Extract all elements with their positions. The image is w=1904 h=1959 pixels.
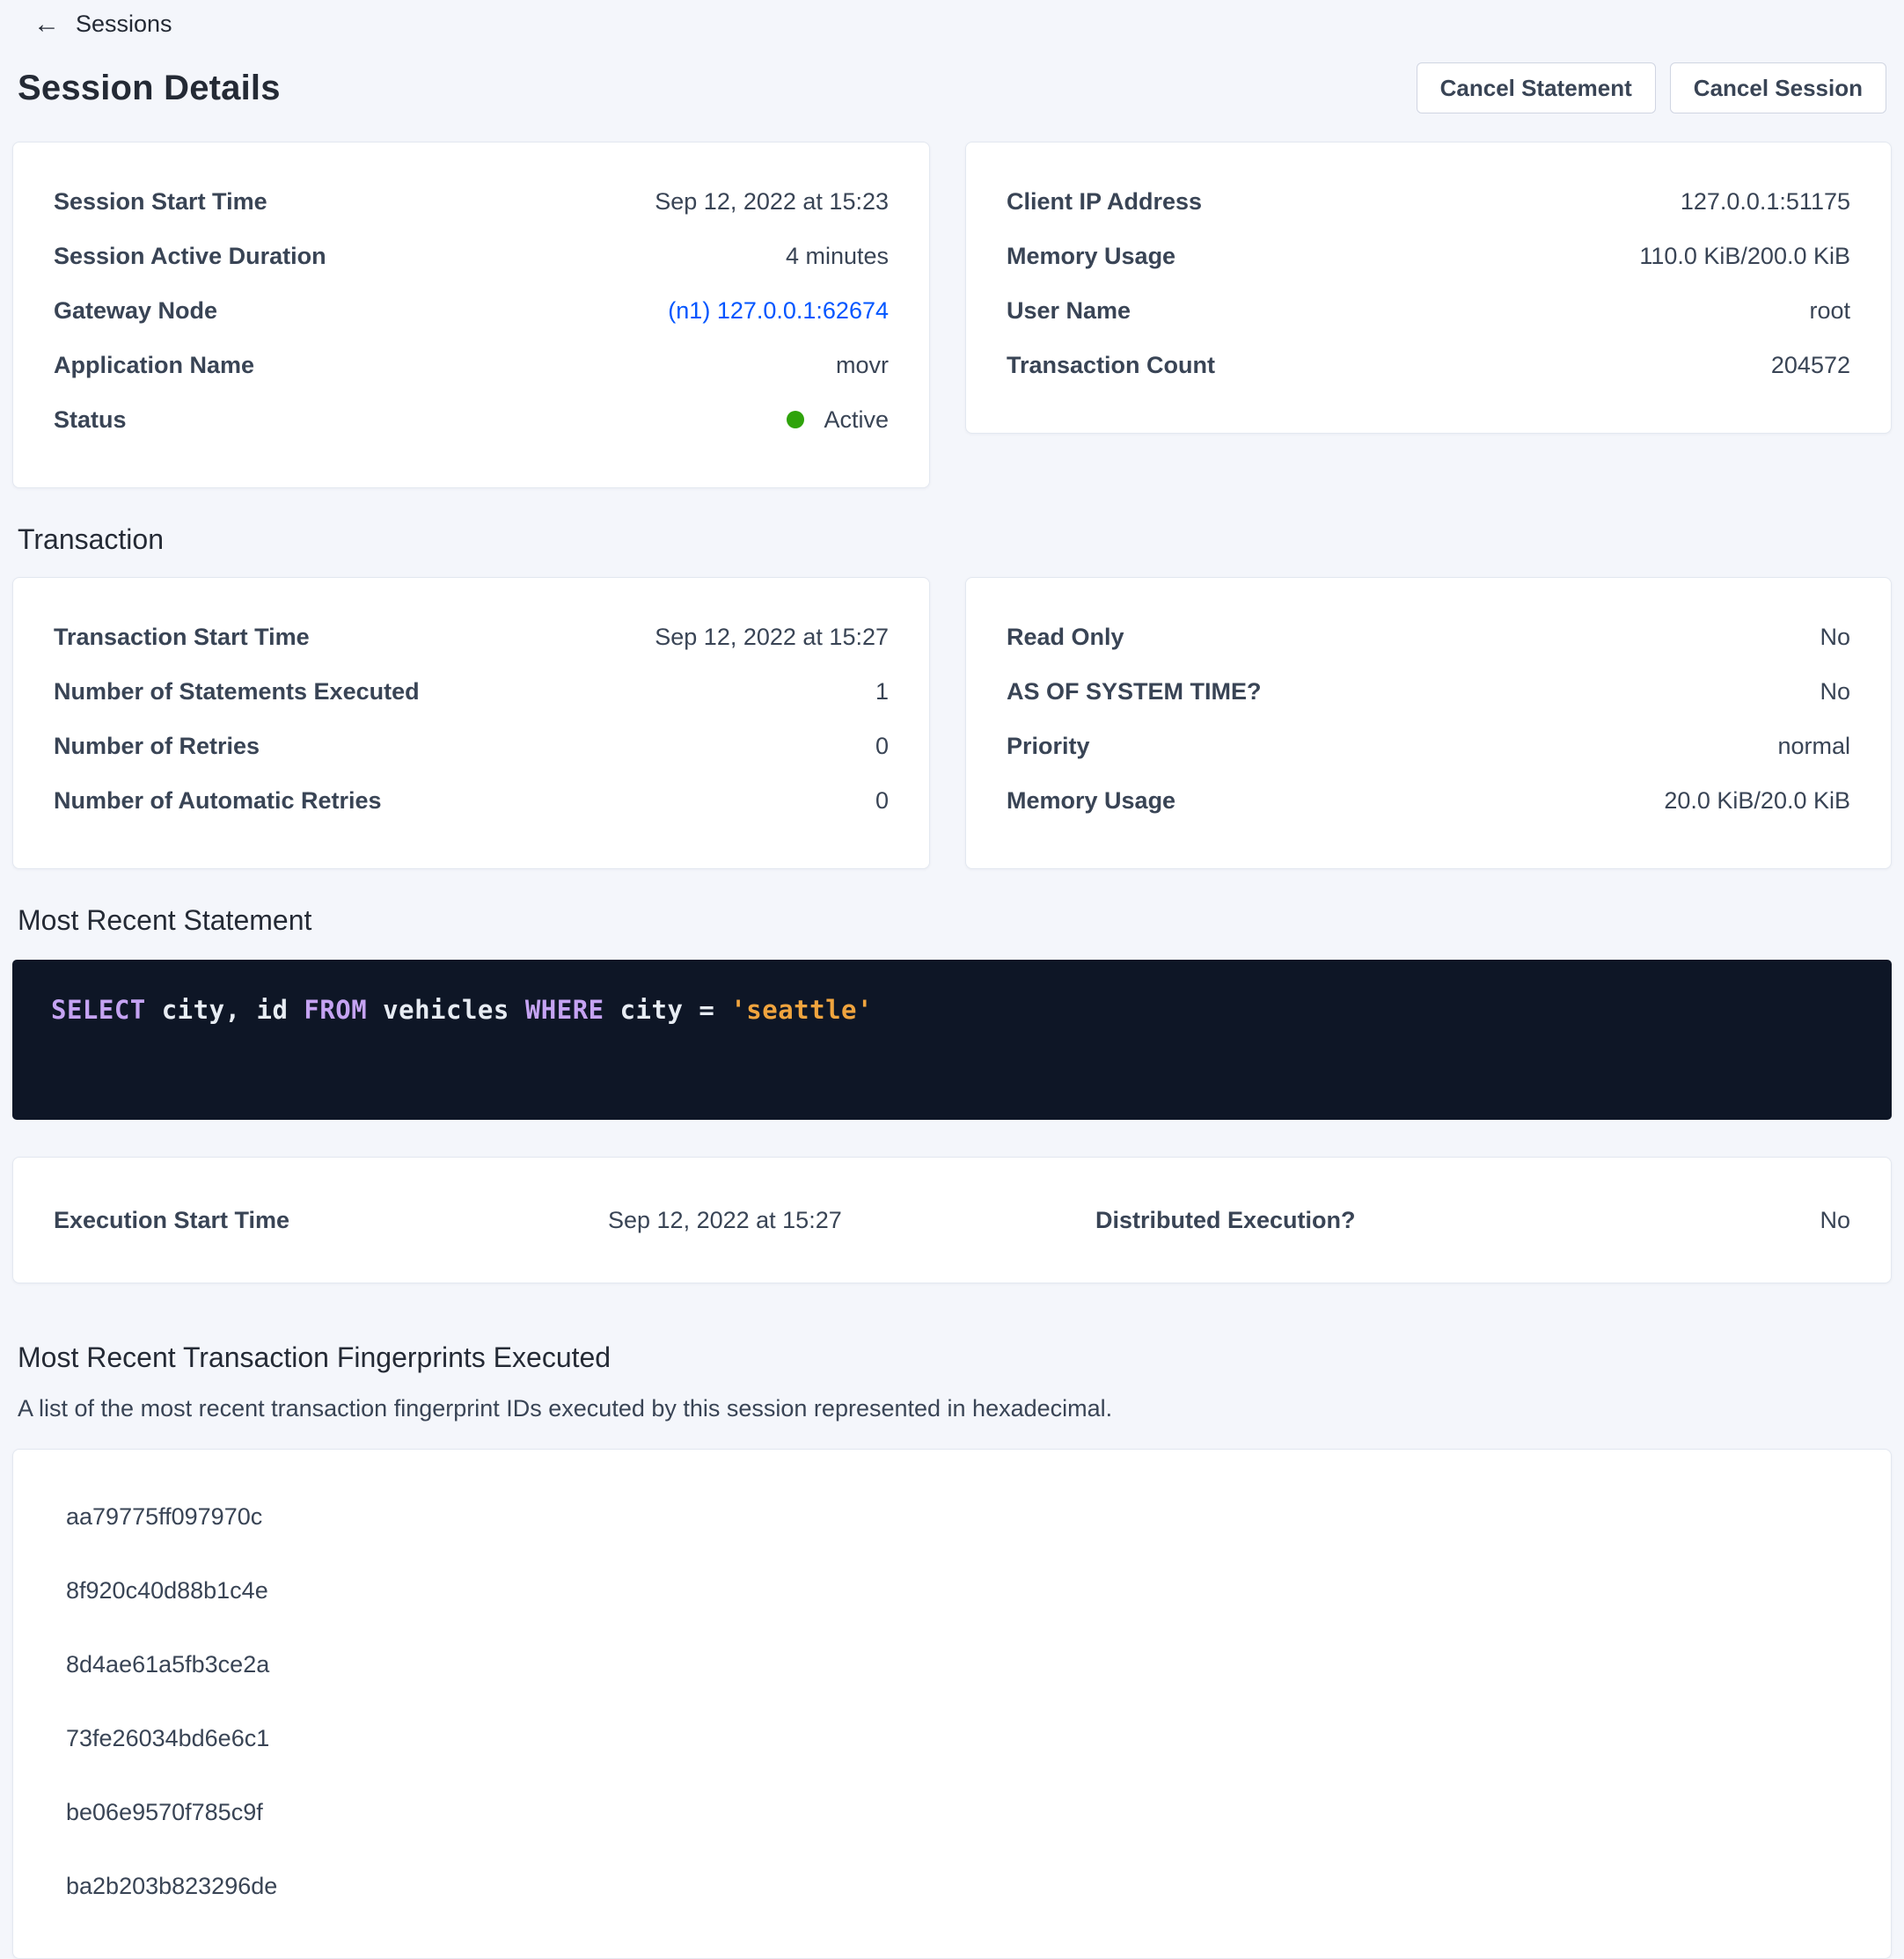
execution-card: Execution Start Time Sep 12, 2022 at 15:… xyxy=(12,1157,1892,1283)
detail-row-priority: Priority normal xyxy=(1007,719,1850,773)
detail-row-client-ip: Client IP Address 127.0.0.1:51175 xyxy=(1007,174,1850,229)
sql-statement-box: SELECT city, id FROM vehicles WHERE city… xyxy=(12,960,1892,1120)
fingerprint-item: ba2b203b823296de xyxy=(13,1849,1891,1923)
page-header: Session Details Cancel Statement Cancel … xyxy=(18,62,1886,113)
status-active-dot-icon xyxy=(787,411,804,428)
detail-row-statements-executed: Number of Statements Executed 1 xyxy=(54,664,889,719)
detail-label: Client IP Address xyxy=(1007,188,1202,216)
sql-string-literal: 'seattle' xyxy=(730,995,873,1025)
header-actions: Cancel Statement Cancel Session xyxy=(1417,62,1886,113)
detail-value: 20.0 KiB/20.0 KiB xyxy=(1664,787,1850,815)
session-summary-row: Session Start Time Sep 12, 2022 at 15:23… xyxy=(12,142,1892,488)
gateway-node-link[interactable]: (n1) 127.0.0.1:62674 xyxy=(668,297,889,325)
detail-row-as-of-system-time: AS OF SYSTEM TIME? No xyxy=(1007,664,1850,719)
detail-value: No xyxy=(1820,678,1850,705)
detail-value: Sep 12, 2022 at 15:23 xyxy=(655,188,889,216)
sql-plain: vehicles xyxy=(367,995,525,1025)
fingerprints-section-title: Most Recent Transaction Fingerprints Exe… xyxy=(18,1341,1886,1374)
detail-value: 204572 xyxy=(1771,352,1850,379)
fingerprint-item: 8d4ae61a5fb3ce2a xyxy=(13,1627,1891,1701)
detail-label: Session Active Duration xyxy=(54,243,326,270)
transaction-section-title: Transaction xyxy=(18,523,1886,556)
detail-row-txn-memory-usage: Memory Usage 20.0 KiB/20.0 KiB xyxy=(1007,773,1850,828)
execution-start-time-label: Execution Start Time xyxy=(54,1207,608,1234)
detail-value: normal xyxy=(1777,733,1850,760)
detail-label: Gateway Node xyxy=(54,297,217,325)
session-info-card: Session Start Time Sep 12, 2022 at 15:23… xyxy=(12,142,930,488)
detail-row-txn-start-time: Transaction Start Time Sep 12, 2022 at 1… xyxy=(54,610,889,664)
detail-label: Memory Usage xyxy=(1007,243,1175,270)
fingerprints-card: aa79775ff097970c 8f920c40d88b1c4e 8d4ae6… xyxy=(12,1449,1892,1959)
detail-label: Session Start Time xyxy=(54,188,267,216)
session-details-page: ← Sessions Session Details Cancel Statem… xyxy=(0,0,1904,1959)
detail-label: Transaction Start Time xyxy=(54,624,310,651)
detail-label: Number of Retries xyxy=(54,733,260,760)
detail-row-application-name: Application Name movr xyxy=(54,338,889,392)
statement-section-title: Most Recent Statement xyxy=(18,904,1886,937)
transaction-props-card: Read Only No AS OF SYSTEM TIME? No Prior… xyxy=(965,577,1892,869)
sql-keyword: FROM xyxy=(304,995,367,1025)
status-value: Active xyxy=(787,406,889,434)
back-arrow-icon[interactable]: ← xyxy=(33,11,60,38)
detail-label: Memory Usage xyxy=(1007,787,1175,815)
detail-value: 1 xyxy=(875,678,889,705)
detail-row-status: Status Active xyxy=(54,392,889,447)
fingerprint-item: 73fe26034bd6e6c1 xyxy=(13,1701,1891,1775)
detail-value: 0 xyxy=(875,733,889,760)
detail-label: Application Name xyxy=(54,352,254,379)
detail-label: Transaction Count xyxy=(1007,352,1215,379)
detail-value: 0 xyxy=(875,787,889,815)
sql-plain: city = xyxy=(604,995,731,1025)
detail-value: Sep 12, 2022 at 15:27 xyxy=(655,624,889,651)
detail-row-automatic-retries: Number of Automatic Retries 0 xyxy=(54,773,889,828)
cancel-statement-button[interactable]: Cancel Statement xyxy=(1417,62,1656,113)
detail-value: 4 minutes xyxy=(786,243,889,270)
fingerprint-item: 8f920c40d88b1c4e xyxy=(13,1553,1891,1627)
cancel-session-button[interactable]: Cancel Session xyxy=(1670,62,1886,113)
detail-label: Status xyxy=(54,406,127,434)
detail-row-session-start-time: Session Start Time Sep 12, 2022 at 15:23 xyxy=(54,174,889,229)
detail-label: Number of Statements Executed xyxy=(54,678,420,705)
detail-value: No xyxy=(1820,624,1850,651)
distributed-execution-value: No xyxy=(1585,1207,1850,1234)
detail-value: movr xyxy=(836,352,889,379)
detail-label: Priority xyxy=(1007,733,1090,760)
detail-row-retries: Number of Retries 0 xyxy=(54,719,889,773)
detail-label: User Name xyxy=(1007,297,1131,325)
detail-value: root xyxy=(1809,297,1850,325)
distributed-execution-label: Distributed Execution? xyxy=(1095,1207,1585,1234)
client-info-card: Client IP Address 127.0.0.1:51175 Memory… xyxy=(965,142,1892,434)
transaction-info-card: Transaction Start Time Sep 12, 2022 at 1… xyxy=(12,577,930,869)
breadcrumb: ← Sessions xyxy=(12,0,1892,38)
detail-value: 110.0 KiB/200.0 KiB xyxy=(1639,243,1850,270)
fingerprint-item: aa79775ff097970c xyxy=(13,1480,1891,1553)
sql-keyword: SELECT xyxy=(51,995,146,1025)
detail-row-memory-usage: Memory Usage 110.0 KiB/200.0 KiB xyxy=(1007,229,1850,283)
breadcrumb-sessions-link[interactable]: Sessions xyxy=(76,11,172,38)
detail-label: Read Only xyxy=(1007,624,1124,651)
detail-row-session-active-duration: Session Active Duration 4 minutes xyxy=(54,229,889,283)
transaction-row: Transaction Start Time Sep 12, 2022 at 1… xyxy=(12,577,1892,869)
fingerprint-item: be06e9570f785c9f xyxy=(13,1775,1891,1849)
detail-row-user-name: User Name root xyxy=(1007,283,1850,338)
fingerprints-list: aa79775ff097970c 8f920c40d88b1c4e 8d4ae6… xyxy=(13,1480,1891,1923)
detail-value: 127.0.0.1:51175 xyxy=(1681,188,1850,216)
page-title: Session Details xyxy=(18,69,281,108)
execution-start-time-value: Sep 12, 2022 at 15:27 xyxy=(608,1207,1095,1234)
sql-keyword: WHERE xyxy=(525,995,604,1025)
status-badge: Active xyxy=(824,406,889,434)
sql-plain: city, id xyxy=(146,995,304,1025)
detail-label: Number of Automatic Retries xyxy=(54,787,382,815)
detail-row-read-only: Read Only No xyxy=(1007,610,1850,664)
detail-label: AS OF SYSTEM TIME? xyxy=(1007,678,1262,705)
sql-statement-text: SELECT city, id FROM vehicles WHERE city… xyxy=(51,995,1853,1025)
fingerprints-section-subtitle: A list of the most recent transaction fi… xyxy=(18,1395,1886,1422)
detail-row-gateway-node: Gateway Node (n1) 127.0.0.1:62674 xyxy=(54,283,889,338)
detail-row-transaction-count: Transaction Count 204572 xyxy=(1007,338,1850,392)
